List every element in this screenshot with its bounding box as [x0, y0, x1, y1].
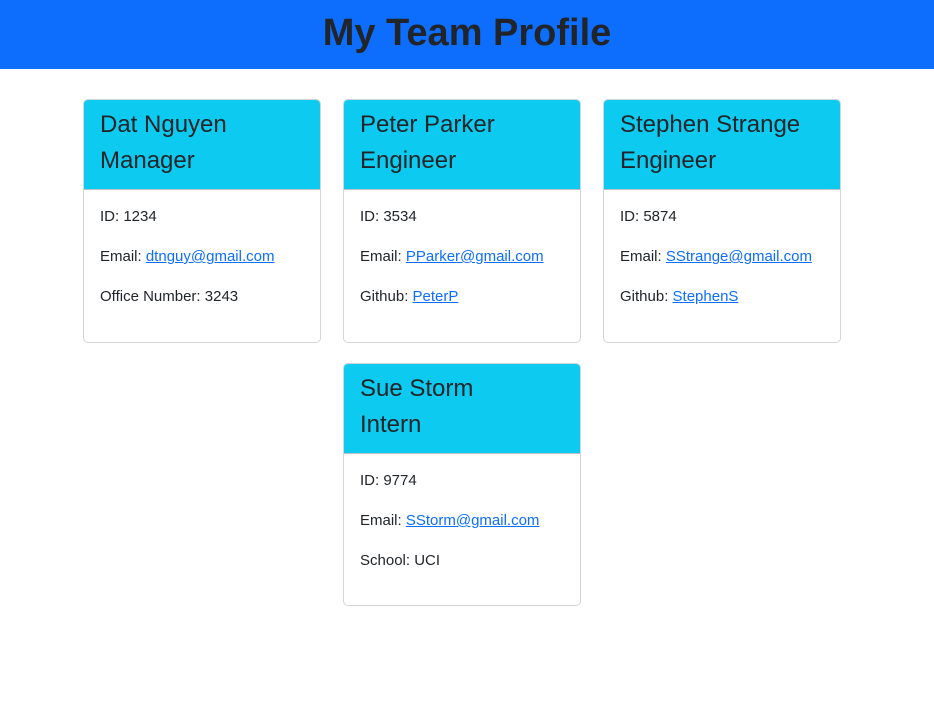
employee-name: Peter Parker: [360, 111, 495, 138]
employee-email: Email: SStrange@gmail.com: [620, 248, 812, 265]
email-link[interactable]: SStrange@gmail.com: [666, 248, 812, 265]
card-body: ID: 5874 Email: SStrange@gmail.com Githu…: [604, 190, 840, 307]
card-header: Peter Parker Engineer: [344, 100, 580, 190]
office-number: Office Number: 3243: [100, 288, 239, 305]
email-link[interactable]: PParker@gmail.com: [406, 248, 544, 265]
school: School: UCI: [360, 552, 441, 569]
card-body: ID: 1234 Email: dtnguy@gmail.com Office …: [84, 190, 320, 307]
employee-id: ID: 3534: [360, 208, 417, 225]
email-link[interactable]: SStorm@gmail.com: [406, 512, 540, 529]
employee-id: ID: 5874: [620, 208, 677, 225]
employee-email: Email: dtnguy@gmail.com: [100, 248, 275, 265]
page: My Team Profile Dat Nguyen Manager ID: 1…: [0, 0, 934, 717]
github: Github: PeterP: [360, 288, 459, 305]
github-link[interactable]: PeterP: [413, 288, 459, 305]
card-header: Dat Nguyen Manager: [84, 100, 320, 190]
employee-role: Manager: [100, 147, 195, 174]
card-header: Sue Storm Intern: [344, 364, 580, 454]
employee-email: Email: SStorm@gmail.com: [360, 512, 540, 529]
employee-role: Intern: [360, 411, 422, 438]
employee-name: Dat Nguyen: [100, 111, 227, 138]
github-link[interactable]: StephenS: [673, 288, 739, 305]
employee-role: Engineer: [620, 147, 717, 174]
email-link[interactable]: dtnguy@gmail.com: [146, 248, 275, 265]
page-header: My Team Profile: [0, 0, 934, 69]
employee-card-engineer: Stephen Strange Engineer ID: 5874 Email:…: [603, 99, 841, 343]
employee-card-manager: Dat Nguyen Manager ID: 1234 Email: dtngu…: [83, 99, 321, 343]
employee-email: Email: PParker@gmail.com: [360, 248, 544, 265]
card-body: ID: 9774 Email: SStorm@gmail.com School:…: [344, 454, 580, 571]
employee-name: Stephen Strange: [620, 111, 801, 138]
card-header: Stephen Strange Engineer: [604, 100, 840, 190]
employee-id: ID: 9774: [360, 472, 417, 489]
github: Github: StephenS: [620, 288, 739, 305]
page-title: My Team Profile: [322, 11, 612, 54]
employee-id: ID: 1234: [100, 208, 157, 225]
employee-role: Engineer: [360, 147, 457, 174]
employee-card-intern: Sue Storm Intern ID: 9774 Email: SStorm@…: [343, 363, 581, 606]
employee-card-engineer: Peter Parker Engineer ID: 3534 Email: PP…: [343, 99, 581, 343]
employee-name: Sue Storm: [360, 375, 474, 402]
card-body: ID: 3534 Email: PParker@gmail.com Github…: [344, 190, 580, 307]
